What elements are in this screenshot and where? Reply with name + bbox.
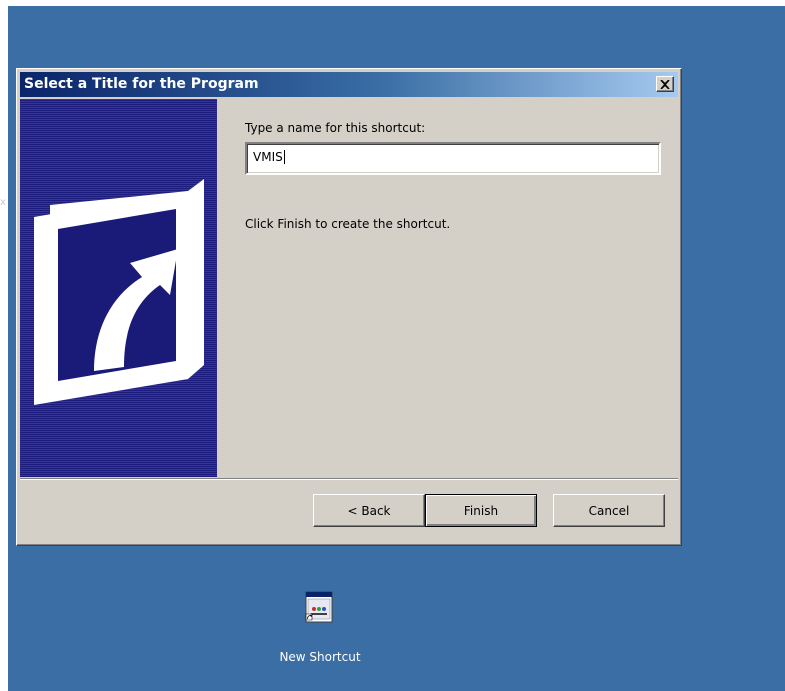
finish-instruction: Click Finish to create the shortcut. bbox=[245, 217, 451, 231]
close-icon bbox=[660, 79, 670, 89]
finish-button[interactable]: Finish bbox=[425, 494, 537, 527]
desktop-shortcut[interactable]: New Shortcut bbox=[272, 590, 368, 670]
application-window-icon bbox=[305, 591, 333, 623]
cancel-button[interactable]: Cancel bbox=[553, 494, 665, 527]
create-shortcut-dialog: Select a Title for the Program Type a na… bbox=[16, 68, 682, 546]
button-separator bbox=[20, 478, 678, 480]
dialog-title: Select a Title for the Program bbox=[24, 76, 259, 92]
shortcut-name-label: Type a name for this shortcut: bbox=[245, 121, 426, 135]
dialog-titlebar[interactable]: Select a Title for the Program bbox=[20, 72, 678, 97]
shortcut-label: New Shortcut bbox=[279, 650, 361, 664]
back-button[interactable]: < Back bbox=[313, 494, 425, 527]
shortcut-name-input[interactable]: VMIS bbox=[245, 142, 661, 175]
close-button[interactable] bbox=[656, 76, 674, 92]
wizard-banner bbox=[20, 99, 217, 477]
stray-text: x bbox=[0, 197, 6, 208]
wizard-content: Type a name for this shortcut: VMIS Clic… bbox=[217, 99, 678, 477]
shortcut-name-value: VMIS bbox=[253, 150, 285, 164]
shortcut-arrow-icon bbox=[34, 179, 204, 405]
